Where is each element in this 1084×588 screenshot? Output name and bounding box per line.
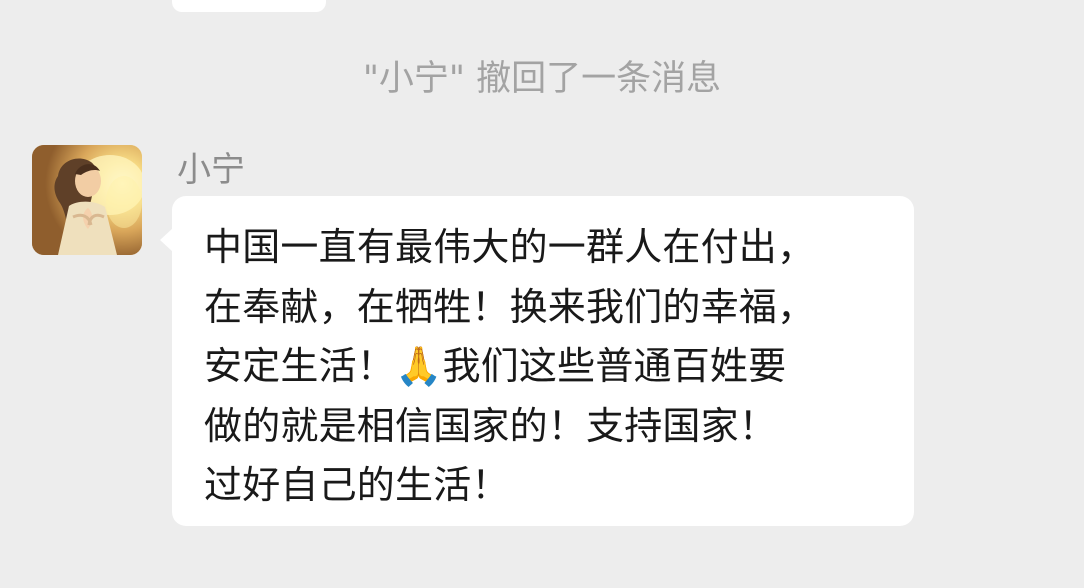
message-line: 安定生活！🙏我们这些普通百姓要 [204,344,787,388]
recall-notice: "小宁" 撤回了一条消息 [362,59,722,99]
message-bubble[interactable]: 中国一直有最伟大的一群人在付出， 在奉献，在牺牲！换来我们的幸福， 安定生活！🙏… [172,196,914,526]
message-row: 小宁 中国一直有最伟大的一群人在付出， 在奉献，在牺牲！换来我们的幸福， 安定生… [0,145,1084,565]
praying-woman-avatar-icon [32,145,142,255]
previous-message-bubble[interactable] [172,0,326,12]
avatar[interactable] [32,145,142,255]
message-line: 过好自己的生活！ [204,463,510,507]
message-line: 中国一直有最伟大的一群人在付出， [204,225,816,269]
message-text[interactable]: 中国一直有最伟大的一群人在付出， 在奉献，在牺牲！换来我们的幸福， 安定生活！🙏… [204,218,894,516]
chat-view: "小宁" 撤回了一条消息 小宁 中国一直有最伟大的一群人在付出， 在奉献，在牺牲… [0,0,1084,588]
message-line: 做的就是相信国家的！支持国家！ [204,403,778,448]
message-line: 在奉献，在牺牲！换来我们的幸福， [204,284,816,329]
sender-name[interactable]: 小宁 [177,149,245,191]
